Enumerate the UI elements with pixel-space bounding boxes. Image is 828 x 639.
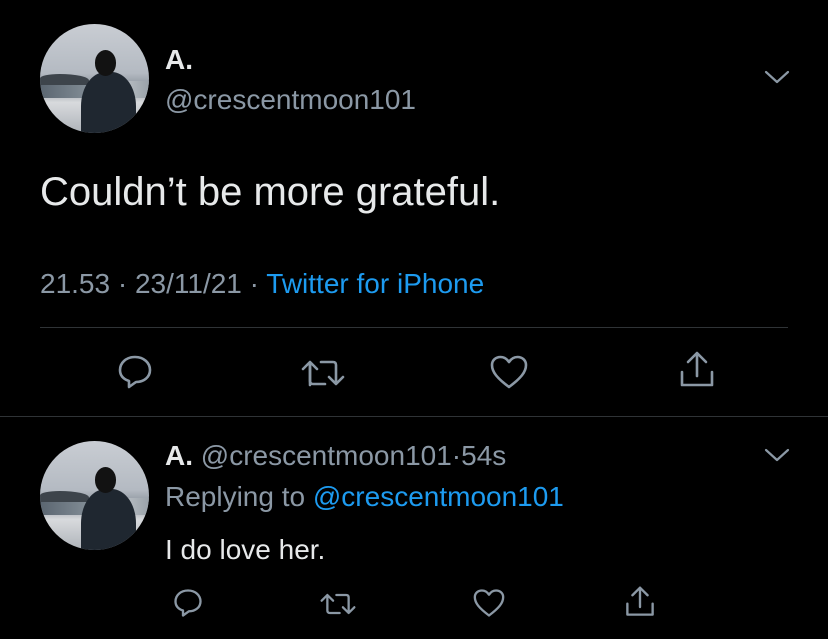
divider [40, 327, 788, 328]
retweet-icon[interactable] [320, 589, 356, 619]
meta-separator: · [451, 440, 462, 471]
divider [0, 416, 828, 417]
chevron-down-icon[interactable] [764, 446, 790, 464]
share-icon[interactable] [624, 585, 656, 619]
reply-author-name[interactable]: A. [165, 440, 193, 471]
tweet-text: Couldn’t be more grateful. [40, 170, 501, 214]
tweet-meta: 21.53 · 23/11/21 · Twitter for iPhone [40, 268, 484, 300]
meta-separator: · [249, 268, 259, 299]
author-handle[interactable]: @crescentmoon101 [165, 84, 416, 116]
reply-author-handle[interactable]: @crescentmoon101 [201, 440, 452, 471]
avatar[interactable] [40, 24, 149, 133]
speech-bubble-icon[interactable] [116, 354, 154, 390]
avatar[interactable] [40, 441, 149, 550]
heart-icon[interactable] [489, 354, 529, 390]
chevron-down-icon[interactable] [764, 68, 790, 86]
heart-icon[interactable] [472, 588, 506, 618]
speech-bubble-icon[interactable] [172, 588, 204, 618]
share-icon[interactable] [678, 350, 716, 390]
tweet-date: 23/11/21 [134, 268, 242, 299]
reply-age: 54s [461, 440, 507, 471]
meta-separator: · [117, 268, 128, 299]
replying-to: Replying to @crescentmoon101 [165, 481, 564, 513]
author-name[interactable]: A. [165, 44, 193, 76]
replying-to-label: Replying to [165, 481, 306, 512]
reply-header: A. @crescentmoon101·54s [165, 440, 506, 472]
replying-to-handle[interactable]: @crescentmoon101 [313, 481, 564, 512]
tweet-time: 21.53 [40, 268, 111, 299]
tweet-source-link[interactable]: Twitter for iPhone [266, 268, 484, 299]
retweet-icon[interactable] [301, 355, 345, 391]
reply-text: I do love her. [165, 534, 326, 565]
